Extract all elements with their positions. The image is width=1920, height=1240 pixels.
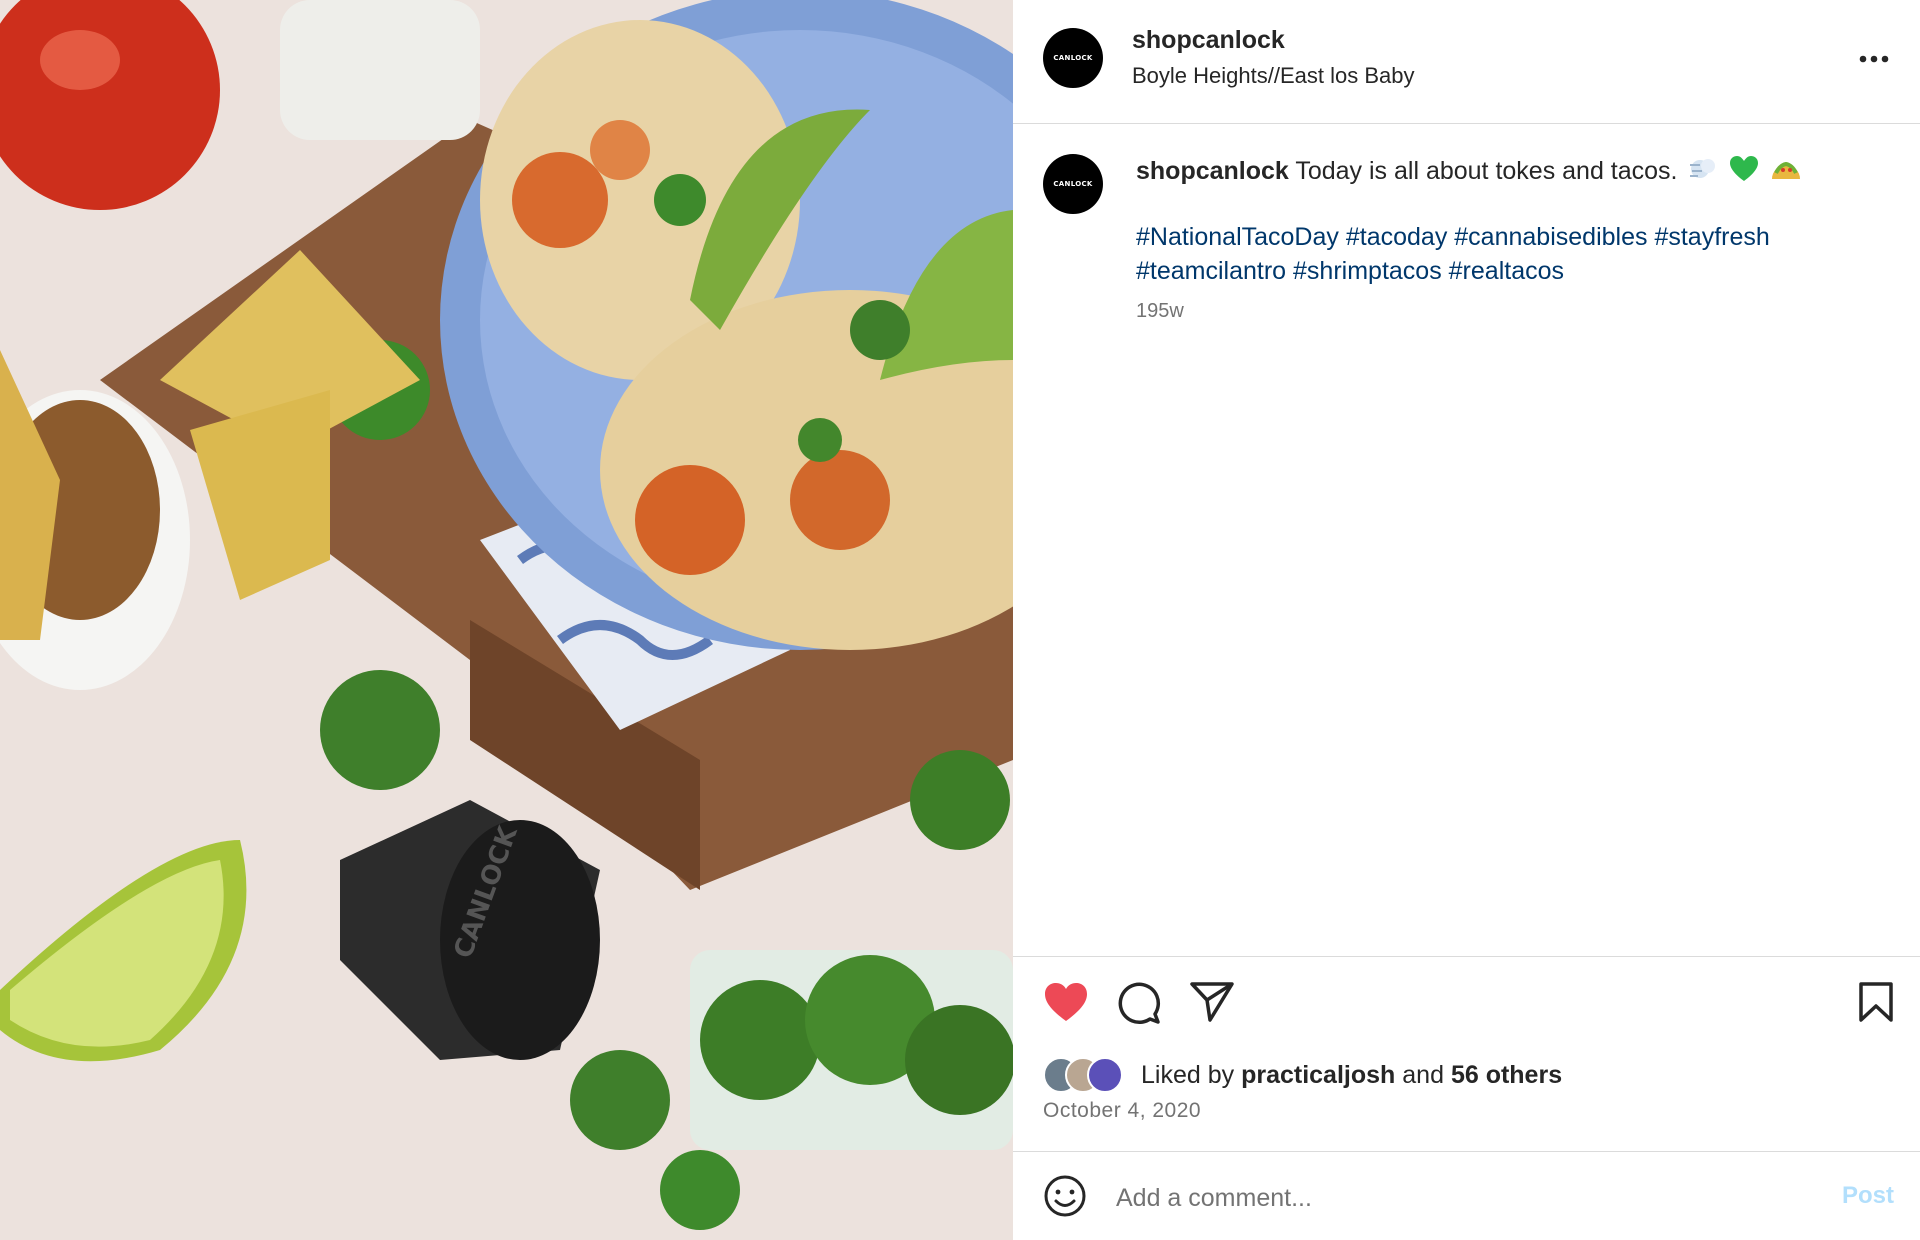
post-header: CANLOCK shopcanlock Boyle Heights//East … xyxy=(1013,0,1920,124)
hashtag-link[interactable]: #teamcilantro xyxy=(1136,257,1286,285)
hashtag-link[interactable]: #NationalTacoDay xyxy=(1136,223,1339,251)
hashtag-link[interactable]: #stayfresh xyxy=(1654,223,1769,251)
taco-icon xyxy=(1772,161,1801,179)
dash-icon xyxy=(1690,159,1716,178)
like-button[interactable] xyxy=(1043,981,1089,1028)
liker-avatar xyxy=(1087,1057,1123,1093)
save-button[interactable] xyxy=(1858,981,1894,1028)
liker-avatars[interactable] xyxy=(1043,1057,1139,1093)
share-icon xyxy=(1190,982,1234,1022)
post-caption: CANLOCK shopcanlock Today is all about t… xyxy=(1013,124,1920,956)
caption-age[interactable]: 195w xyxy=(1136,300,1184,323)
caption-username[interactable]: shopcanlock xyxy=(1136,157,1289,185)
green-heart-icon xyxy=(1730,156,1759,181)
comment-bar: Post xyxy=(1013,1152,1920,1240)
hashtag-link[interactable]: #shrimptacos xyxy=(1293,257,1442,285)
post-date: October 4, 2020 xyxy=(1043,1099,1202,1122)
caption-text: shopcanlock Today is all about tokes and… xyxy=(1136,154,1876,188)
post-comment-button[interactable]: Post xyxy=(1842,1182,1894,1210)
more-options-button[interactable] xyxy=(1854,42,1894,76)
likes-text: Liked by practicaljosh and 56 others xyxy=(1141,1061,1562,1090)
account-username[interactable]: shopcanlock xyxy=(1132,26,1285,55)
hashtag-link[interactable]: #cannabisedibles xyxy=(1454,223,1647,251)
likes-prefix: Liked by xyxy=(1141,1060,1235,1089)
smiley-icon xyxy=(1044,1175,1086,1217)
emoji-picker-button[interactable] xyxy=(1043,1174,1087,1223)
post-location[interactable]: Boyle Heights//East los Baby xyxy=(1132,63,1414,89)
account-avatar[interactable]: CANLOCK xyxy=(1043,28,1103,88)
likes-summary: Liked by practicaljosh and 56 others xyxy=(1043,1057,1562,1093)
caption-avatar[interactable]: CANLOCK xyxy=(1043,154,1103,214)
liker-username[interactable]: practicaljosh xyxy=(1241,1061,1395,1089)
caption-body: Today is all about tokes and tacos. xyxy=(1295,157,1678,185)
bookmark-icon xyxy=(1859,982,1893,1022)
caption-avatar-logo-text: CANLOCK xyxy=(1053,180,1093,188)
post-side-panel: CANLOCK shopcanlock Boyle Heights//East … xyxy=(1013,0,1920,1240)
hashtag-link[interactable]: #tacoday xyxy=(1346,223,1447,251)
likes-others-link[interactable]: 56 others xyxy=(1451,1061,1562,1089)
post-actions-section: Liked by practicaljosh and 56 others Oct… xyxy=(1013,956,1920,1152)
hashtag-link[interactable]: #realtacos xyxy=(1449,257,1564,285)
caption-hashtags: #NationalTacoDay #tacoday #cannabisedibl… xyxy=(1136,220,1876,288)
post-photo-illustration: CANLOCK xyxy=(0,0,1013,1240)
share-button[interactable] xyxy=(1190,981,1234,1028)
post-photo[interactable]: CANLOCK xyxy=(0,0,1013,1240)
comment-icon xyxy=(1118,982,1161,1025)
avatar-logo-text: CANLOCK xyxy=(1053,54,1093,62)
comment-input[interactable] xyxy=(1116,1176,1766,1220)
more-horizontal-icon xyxy=(1859,55,1889,63)
comment-button[interactable] xyxy=(1117,981,1161,1030)
heart-filled-icon xyxy=(1045,983,1087,1021)
likes-and: and xyxy=(1402,1060,1444,1089)
